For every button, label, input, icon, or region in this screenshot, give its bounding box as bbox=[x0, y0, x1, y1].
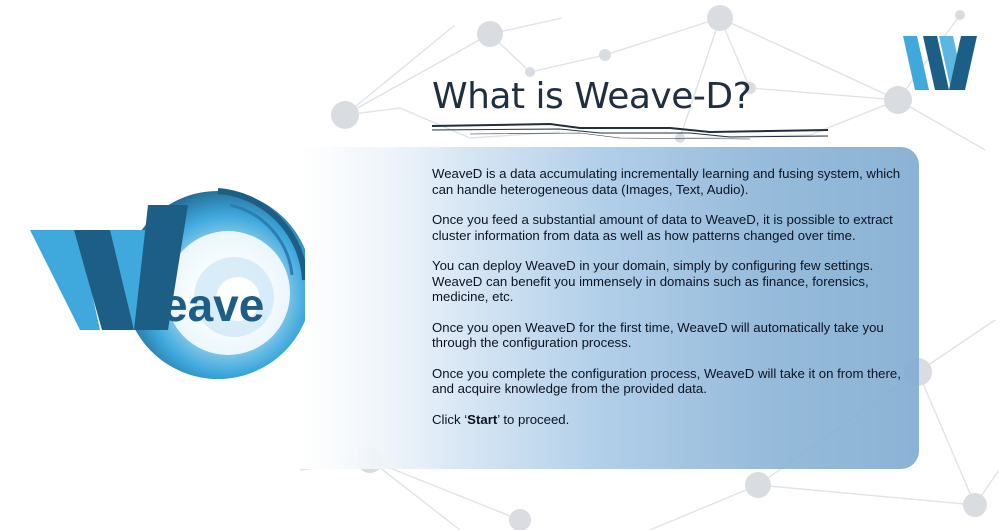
title-underline-decoration bbox=[431, 122, 829, 140]
start-keyword: Start bbox=[467, 411, 498, 427]
weave-w-logo-icon bbox=[903, 36, 977, 90]
page-title: What is Weave-D? bbox=[432, 76, 752, 117]
intro-paragraph-4: Once you open WeaveD for the first time,… bbox=[432, 319, 884, 351]
start-instruction-prefix: Click ‘ bbox=[432, 411, 468, 427]
intro-text: WeaveD is a data accumulating incrementa… bbox=[432, 166, 902, 442]
intro-paragraph-3: You can deploy WeaveD in your domain, si… bbox=[432, 258, 874, 304]
weave-swirl-logo-icon: eave bbox=[30, 188, 305, 379]
start-instruction: Click ‘Start’ to proceed. bbox=[432, 412, 902, 428]
intro-paragraph-5: Once you complete the configuration proc… bbox=[432, 365, 901, 397]
intro-paragraph-2: Once you feed a substantial amount of da… bbox=[432, 212, 893, 243]
start-instruction-suffix: ’ to proceed. bbox=[497, 411, 570, 427]
logo-wordmark: eave bbox=[162, 279, 264, 331]
intro-paragraph-1: WeaveD is a data accumulating incrementa… bbox=[432, 166, 901, 197]
